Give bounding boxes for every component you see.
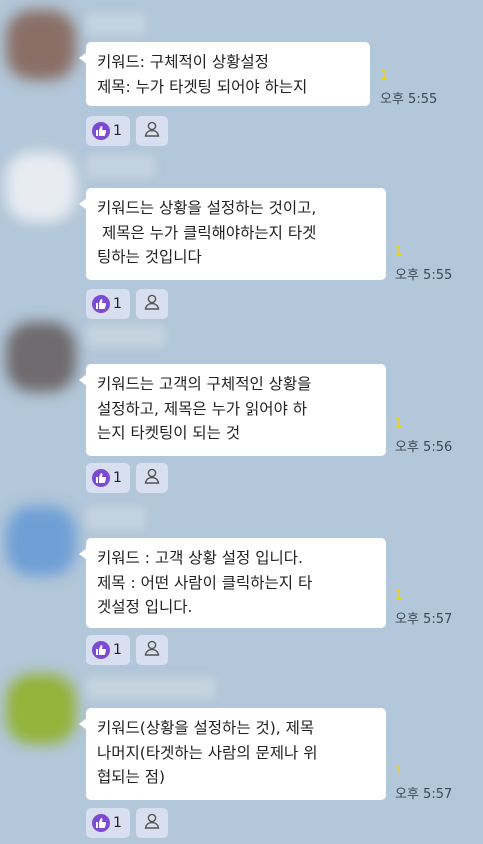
avatar[interactable] <box>6 674 76 744</box>
message-time: 오후 5:56 <box>395 440 453 455</box>
reaction-button[interactable]: 1 <box>86 635 130 665</box>
read-members-button[interactable] <box>136 463 168 493</box>
unread-count: 1 <box>395 763 403 777</box>
thumbs-up-icon <box>92 814 110 832</box>
sender-name <box>86 12 146 36</box>
unread-count: 1 <box>395 244 403 258</box>
avatar[interactable] <box>6 506 76 576</box>
unread-count: 1 <box>395 416 403 430</box>
reaction-count: 1 <box>113 815 122 831</box>
thumbs-up-icon <box>92 469 110 487</box>
reaction-button[interactable]: 1 <box>86 116 130 146</box>
thumbs-up-icon <box>92 641 110 659</box>
sender-name <box>86 154 156 178</box>
reaction-count: 1 <box>113 470 122 486</box>
message-time: 오후 5:57 <box>395 787 453 802</box>
thumbs-up-icon <box>92 122 110 140</box>
reaction-button[interactable]: 1 <box>86 463 130 493</box>
read-members-button[interactable] <box>136 635 168 665</box>
message-bubble[interactable]: 키워드는 고객의 구체적인 상황을 설정하고, 제목은 누가 읽어야 하 는지 … <box>79 364 386 456</box>
reaction-count: 1 <box>113 123 122 139</box>
message-bubble[interactable]: 키워드(상황을 설정하는 것), 제목 나머지(타겟하는 사람의 문제나 위 협… <box>79 708 386 800</box>
message-bubble[interactable]: 키워드는 상황을 설정하는 것이고, 제목은 누가 클릭해야하는지 타겟 팅하는… <box>79 188 386 280</box>
person-icon <box>143 467 161 489</box>
message-time: 오후 5:55 <box>395 268 453 283</box>
read-members-button[interactable] <box>136 289 168 319</box>
avatar[interactable] <box>6 10 76 80</box>
read-members-button[interactable] <box>136 808 168 838</box>
thumbs-up-icon <box>92 295 110 313</box>
reaction-button[interactable]: 1 <box>86 808 130 838</box>
unread-count: 1 <box>380 68 388 82</box>
avatar[interactable] <box>6 322 76 392</box>
reaction-count: 1 <box>113 642 122 658</box>
sender-name <box>86 324 166 348</box>
person-icon <box>143 812 161 834</box>
read-members-button[interactable] <box>136 116 168 146</box>
reaction-count: 1 <box>113 296 122 312</box>
sender-name <box>86 506 146 530</box>
unread-count: 1 <box>395 588 403 602</box>
message-time: 오후 5:57 <box>395 612 453 627</box>
person-icon <box>143 120 161 142</box>
reaction-button[interactable]: 1 <box>86 289 130 319</box>
sender-name <box>86 676 216 700</box>
person-icon <box>143 639 161 661</box>
person-icon <box>143 293 161 315</box>
message-time: 오후 5:55 <box>380 92 438 107</box>
avatar[interactable] <box>6 152 76 222</box>
message-bubble[interactable]: 키워드: 구체적이 상황설정 제목: 누가 타겟팅 되어야 하는지 <box>79 42 370 106</box>
message-bubble[interactable]: 키워드 : 고객 상황 설정 입니다. 제목 : 어떤 사람이 클릭하는지 타 … <box>79 538 386 628</box>
